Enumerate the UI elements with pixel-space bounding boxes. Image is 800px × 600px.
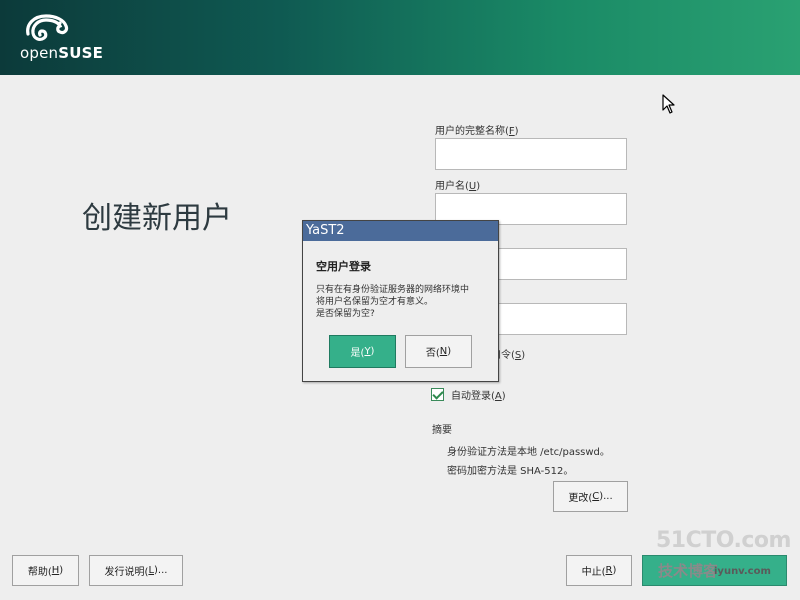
dialog-titlebar[interactable]: YaST2 [303,221,498,241]
header-banner: openSUSE [0,0,800,75]
change-button[interactable]: 更改(C)... [553,481,628,512]
watermark-blog: 技术博客 [658,562,719,580]
logo-wordmark: openSUSE [20,44,104,62]
chameleon-icon [26,14,69,41]
watermark: 51CTO.com 技术博客 iyunv.com [656,528,796,588]
abort-button[interactable]: 中止(R) [566,555,632,586]
checkbox-autologin[interactable] [431,388,444,401]
empty-login-dialog: YaST2 空用户登录 只有在有身份验证服务器的网络环境中 将用户名保留为空才有… [302,220,499,382]
watermark-site: 51CTO.com [656,528,791,553]
full-name-input[interactable] [435,138,627,170]
summary-heading: 摘要 [432,425,452,436]
mouse-pointer-icon [662,94,675,114]
page-title: 创建新用户 [82,201,232,236]
release-notes-button[interactable]: 发行说明(L)... [89,555,183,586]
checkbox-row-autologin[interactable]: 自动登录(A) [431,387,506,402]
username-label: 用户名(U) [435,181,481,192]
dialog-message-line: 是否保留为空? [316,309,375,319]
help-button[interactable]: 帮助(H) [12,555,79,586]
full-name-label: 用户的完整名称(F) [435,126,519,137]
checkbox-autologin-label: 自动登录(A) [451,391,506,402]
watermark-domain: iyunv.com [714,566,771,577]
no-button[interactable]: 否(N) [405,335,472,368]
opensuse-logo: openSUSE [20,12,110,64]
yes-button[interactable]: 是(Y) [329,335,396,368]
summary-auth-method: 身份验证方法是本地 /etc/passwd。 [447,447,610,458]
summary-encryption-method: 密码加密方法是 SHA-512。 [447,466,574,477]
dialog-heading: 空用户登录 [316,260,371,273]
